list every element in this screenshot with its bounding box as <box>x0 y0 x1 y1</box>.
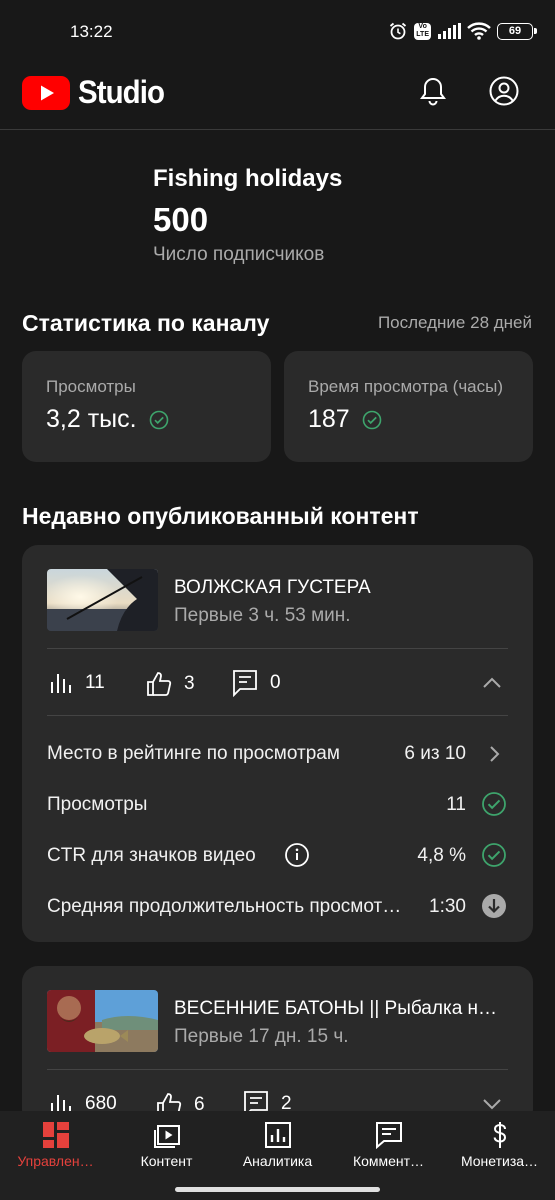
views-count: 11 <box>85 672 105 693</box>
chevron-up-icon <box>483 677 501 688</box>
subscriber-count: 500 <box>153 201 209 238</box>
likes-metric: 3 <box>146 671 195 697</box>
watch-time-stat-card[interactable]: Время просмотра (часы) 187 <box>284 351 533 462</box>
account-button[interactable] <box>486 73 522 109</box>
video-title[interactable]: ВОЛЖСКАЯ ГУСТЕРА <box>174 577 514 599</box>
notifications-button[interactable] <box>415 73 451 109</box>
wifi-icon <box>467 22 491 40</box>
battery-icon: 69 <box>497 22 537 40</box>
dashboard-icon <box>43 1122 69 1148</box>
likes-count: 3 <box>184 673 195 694</box>
account-icon <box>489 76 519 106</box>
comment-icon <box>233 670 257 697</box>
avg-duration-value: 1:30 <box>429 896 466 917</box>
recent-content-title: Недавно опубликованный контент <box>22 503 419 529</box>
views-stat-card[interactable]: Просмотры 3,2 тыс. <box>22 351 271 462</box>
nav-label: Контент <box>140 1153 193 1169</box>
youtube-logo-icon <box>22 75 70 110</box>
battery-level: 69 <box>508 25 522 37</box>
avg-duration-label: Средняя продолжительность просмот… <box>47 896 402 917</box>
bell-icon <box>420 77 446 106</box>
check-circle-icon <box>481 791 507 817</box>
stat-label: Просмотры <box>46 377 136 396</box>
comments-icon <box>376 1122 402 1149</box>
check-circle-icon <box>362 410 382 429</box>
collapse-button[interactable] <box>479 670 505 696</box>
nav-dashboard[interactable]: Управлен… <box>0 1111 111 1200</box>
bar-chart-icon <box>51 674 71 693</box>
nav-label: Аналитика <box>242 1153 313 1169</box>
channel-summary: Fishing holidays 500 Число подписчиков <box>153 165 342 266</box>
nav-label: Управлен… <box>17 1153 94 1169</box>
video-period: Первые 17 дн. 15 ч. <box>174 1026 349 1047</box>
alarm-icon <box>390 22 407 40</box>
arrow-down-circle-icon <box>481 893 507 919</box>
info-icon[interactable] <box>284 842 310 868</box>
nav-label: Монетиза… <box>460 1153 539 1169</box>
status-time: 13:22 <box>70 22 113 41</box>
analytics-icon <box>265 1122 291 1148</box>
video-title[interactable]: ВЕСЕННИЕ БАТОНЫ || Рыбалка н… <box>174 998 514 1020</box>
volte-badge-bottom: LTE <box>416 31 429 38</box>
divider <box>47 1069 508 1070</box>
check-circle-icon <box>481 842 507 868</box>
stat-value: 187 <box>308 405 350 433</box>
subscriber-label: Число подписчиков <box>153 244 325 265</box>
stats-period: Последние 28 дней <box>377 313 532 332</box>
channel-name: Fishing holidays <box>153 165 343 192</box>
chevron-right-icon <box>490 746 500 762</box>
app-header: Studio <box>0 56 555 130</box>
status-bar: 13:22 Vo LTE 69 <box>0 0 555 56</box>
ctr-value: 4,8 % <box>417 845 466 866</box>
ranking-value: 6 из 10 <box>404 743 466 764</box>
views-metric: 11 <box>49 671 105 695</box>
video-card: ВЕСЕННИЕ БАТОНЫ || Рыбалка н… Первые 17 … <box>22 966 533 1126</box>
dollar-icon <box>493 1122 507 1148</box>
ranking-label: Место в рейтинге по просмотрам <box>47 743 340 764</box>
ranking-details-button[interactable] <box>481 741 507 767</box>
nav-label: Коммент… <box>352 1153 425 1169</box>
content-icon <box>154 1125 180 1148</box>
video-thumbnail[interactable] <box>47 990 158 1052</box>
video-card: ВОЛЖСКАЯ ГУСТЕРА Первые 3 ч. 53 мин. 11 … <box>22 545 533 942</box>
channel-stats-title: Статистика по каналу <box>22 310 270 336</box>
home-indicator[interactable] <box>175 1187 380 1192</box>
volte-badge: Vo LTE <box>414 22 431 40</box>
ctr-label: CTR для значков видео <box>47 845 256 866</box>
stat-value: 3,2 тыс. <box>46 405 137 433</box>
nav-monetization[interactable]: Монетиза… <box>444 1111 555 1200</box>
volte-badge-top: Vo <box>418 23 427 30</box>
divider <box>47 648 508 649</box>
views-row-value: 11 <box>446 794 466 815</box>
comments-metric: 0 <box>232 669 281 697</box>
status-icons: Vo LTE 69 <box>388 19 537 43</box>
signal-icon <box>438 23 461 39</box>
video-thumbnail[interactable] <box>47 569 158 631</box>
stat-label: Время просмотра (часы) <box>308 377 504 396</box>
divider <box>47 715 508 716</box>
video-period: Первые 3 ч. 53 мин. <box>174 605 351 626</box>
comments-count: 0 <box>270 672 281 693</box>
studio-logo[interactable]: Studio <box>22 74 172 111</box>
views-row-label: Просмотры <box>47 794 148 815</box>
check-circle-icon <box>149 410 168 429</box>
app-name: Studio <box>78 74 165 110</box>
thumbs-up-icon <box>147 672 172 696</box>
